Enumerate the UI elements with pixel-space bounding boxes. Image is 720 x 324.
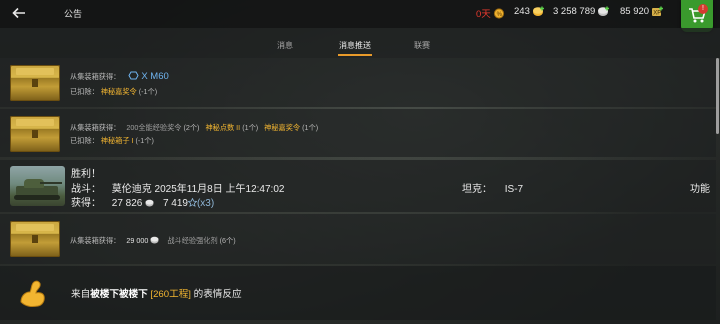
tab-push-messages[interactable]: 消息推送 [339, 40, 371, 51]
message-text: 已扣除： 神秘嘉奖令 (-1个) [70, 87, 158, 96]
tank-info: 坦克： IS-7 [462, 184, 524, 195]
tab-messages[interactable]: 消息 [277, 40, 293, 51]
gold-balance[interactable]: 243 [514, 6, 545, 17]
svg-text:XP: XP [653, 11, 661, 17]
premium-tank-icon [128, 71, 139, 80]
premium-days[interactable]: 0天 % [476, 6, 506, 20]
message-text: 已扣除： 神秘箱子 I (-1个) [70, 136, 154, 145]
message-text: 从集装箱获得： X M60 [70, 71, 169, 82]
list-item[interactable]: 从集装箱获得： 29 000 战斗经验强化剂 (6个) [0, 214, 716, 264]
top-bar: 公告 0天 % 243 3 258 789 85 920 XP [0, 0, 720, 28]
message-text: 从集装箱获得： 200全能经验奖令 (2个) 神秘点数 II (1个) 神秘嘉奖… [70, 123, 319, 132]
page-title: 公告 [64, 9, 83, 19]
message-list[interactable]: 从集装箱获得： X M60 已扣除： 神秘嘉奖令 (-1个) 从集装箱获得： 2… [0, 58, 716, 324]
free-xp-plus-icon: XP [652, 6, 664, 17]
scrollbar[interactable] [716, 58, 719, 134]
silver-balance[interactable]: 3 258 789 [553, 6, 610, 17]
back-button[interactable] [12, 3, 34, 23]
gold-value: 243 [514, 6, 530, 17]
tab-league[interactable]: 联赛 [414, 40, 430, 51]
list-item[interactable]: 胜利！ 战斗： 莫伦迪克 2025年11月8日 上午12:47:02 获得： 2… [0, 160, 716, 212]
list-item[interactable]: 从集装箱获得： X M60 已扣除： 神秘嘉奖令 (-1个) [0, 58, 716, 107]
reaction-text: 来自被楼下被楼下 [260工程] 的表情反应 [71, 289, 242, 300]
battle-result: 胜利！ [71, 169, 101, 180]
silver-value: 3 258 789 [553, 6, 596, 17]
svg-text:%: % [496, 12, 502, 18]
gold-coin-plus-icon [532, 6, 544, 16]
premium-icon: % [493, 7, 504, 19]
free-xp-balance[interactable]: 85 920 XP [620, 6, 664, 17]
list-item[interactable]: 从集装箱获得： 200全能经验奖令 (2个) 神秘点数 II (1个) 神秘嘉奖… [0, 109, 716, 157]
battle-earnings: 获得： 27 826 7 419 (x3) [71, 197, 215, 209]
xp-star-icon [187, 197, 198, 207]
function-button[interactable]: 功能 [690, 180, 710, 195]
container-icon [10, 116, 60, 152]
message-text: 从集装箱获得： 29 000 战斗经验强化剂 (6个) [70, 236, 236, 245]
container-icon [10, 221, 60, 257]
silver-coin-icon [150, 236, 159, 244]
battle-info: 战斗： 莫伦迪克 2025年11月8日 上午12:47:02 [71, 184, 285, 195]
tank-thumbnail [10, 166, 65, 206]
silver-coin-plus-icon [598, 6, 610, 16]
free-xp-value: 85 920 [620, 6, 650, 17]
premium-days-value: 0天 [476, 9, 491, 20]
arrow-left-icon [12, 7, 25, 19]
silver-coin-icon [145, 199, 154, 207]
container-icon [10, 65, 60, 101]
active-tab-indicator [338, 54, 372, 56]
flexed-biceps-icon [20, 280, 45, 307]
list-item[interactable]: 来自被楼下被楼下 [260工程] 的表情反应 [0, 266, 716, 320]
shop-badge: ! [698, 4, 708, 14]
